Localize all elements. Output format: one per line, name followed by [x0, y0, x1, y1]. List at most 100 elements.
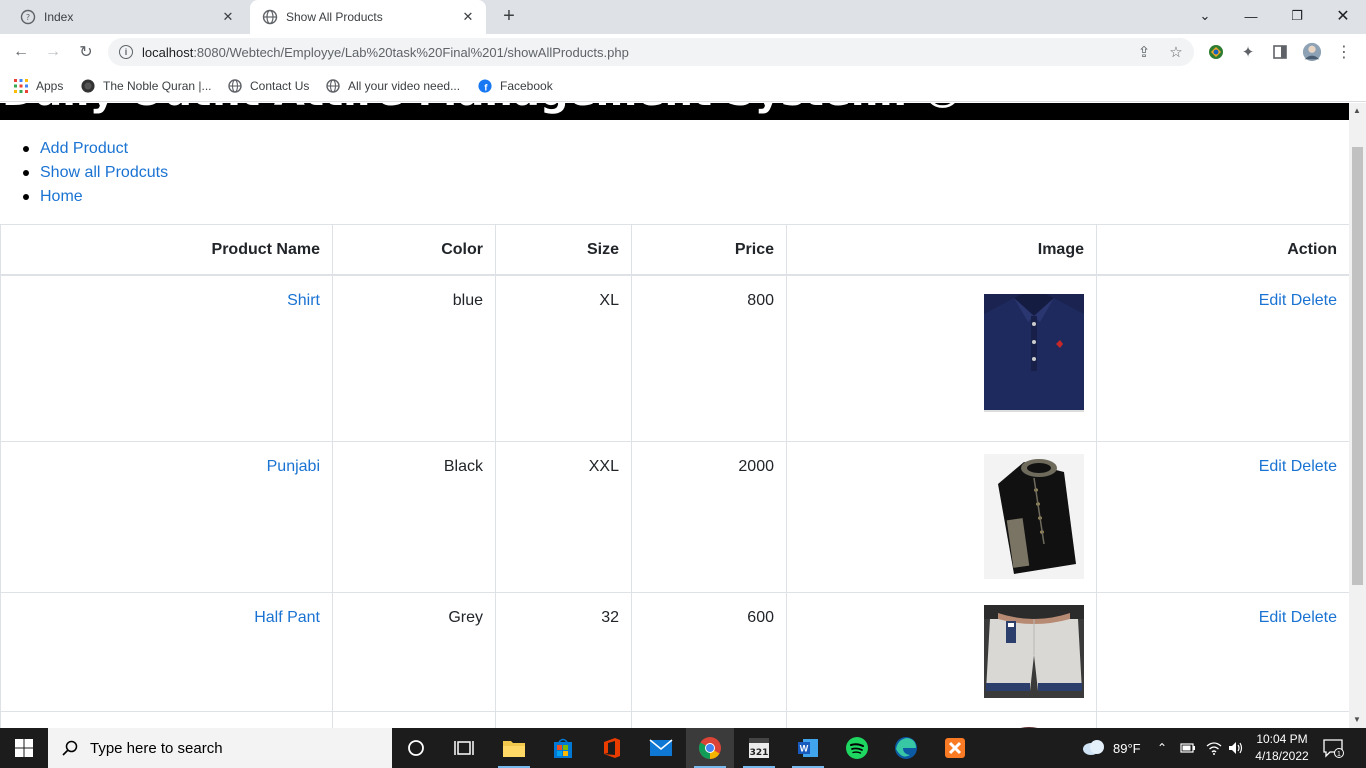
header-size: Size	[495, 224, 632, 276]
wifi-icon[interactable]	[1206, 728, 1222, 768]
restore-button[interactable]: ❐	[1282, 4, 1312, 28]
weather-widget[interactable]: 89°F	[1082, 728, 1141, 768]
profile-avatar[interactable]	[1302, 42, 1322, 62]
address-bar[interactable]: i localhost:8080/Webtech/Employye/Lab%20…	[108, 38, 1194, 66]
puzzle-icon[interactable]: ✦	[1238, 42, 1258, 62]
battery-icon[interactable]	[1180, 728, 1196, 768]
nav-link-home[interactable]: Home	[40, 188, 83, 206]
minimize-button[interactable]: —	[1236, 4, 1266, 28]
edit-link[interactable]: Edit	[1259, 609, 1287, 626]
scroll-down-icon[interactable]: ▼	[1353, 715, 1361, 724]
office-icon[interactable]	[588, 728, 636, 768]
tab-search-icon[interactable]: ⌄	[1190, 4, 1220, 28]
svg-text:321: 321	[750, 748, 769, 758]
browser-toolbar: ← → ↻ i localhost:8080/Webtech/Employye/…	[0, 34, 1366, 70]
delete-link[interactable]: Delete	[1291, 609, 1337, 626]
clock-date: 4/18/2022	[1255, 749, 1309, 763]
bookmark-contact-us[interactable]: Contact Us	[228, 76, 309, 96]
cell-product-name	[0, 711, 333, 728]
header-image: Image	[786, 224, 1097, 276]
volume-icon[interactable]	[1228, 728, 1244, 768]
cell-price: 2000	[631, 441, 787, 593]
extension-icon[interactable]	[1206, 42, 1226, 62]
cell-color: Grey	[332, 592, 496, 712]
cell-size: 32	[495, 592, 632, 712]
task-view-icon[interactable]	[440, 728, 488, 768]
cloud-icon	[1082, 739, 1106, 758]
bookmark-noble-quran[interactable]: The Noble Quran |...	[81, 76, 212, 96]
word-icon[interactable]: W	[784, 728, 832, 768]
tab-title: Show All Products	[286, 10, 383, 24]
new-tab-button[interactable]: +	[498, 6, 520, 27]
tab-title: Index	[44, 10, 74, 24]
cell-size	[495, 711, 632, 728]
header-color: Color	[332, 224, 496, 276]
svg-text:W: W	[800, 744, 809, 754]
bookmark-label: All your video need...	[348, 79, 461, 93]
product-link[interactable]: Half Pant	[254, 609, 320, 626]
cell-image	[786, 441, 1097, 593]
forward-icon[interactable]: →	[42, 41, 64, 63]
menu-kebab-icon[interactable]: ⋮	[1334, 42, 1354, 62]
table-header-row: Product Name Color Size Price Image Acti…	[0, 224, 1350, 276]
tab-strip: ? Index ✕ Show All Products ✕ + ⌄ — ❐ ✕	[0, 0, 1366, 34]
product-link[interactable]: Shirt	[287, 292, 320, 309]
scrollbar-thumb[interactable]	[1352, 147, 1363, 585]
taskbar-search[interactable]: Type here to search	[48, 728, 392, 768]
page-scrollbar[interactable]: ▲ ▼	[1349, 103, 1366, 728]
cell-color: blue	[332, 274, 496, 442]
mail-icon[interactable]	[637, 728, 685, 768]
bookmark-video[interactable]: All your video need...	[326, 76, 460, 96]
nav-link-add-product[interactable]: Add Product	[40, 140, 128, 158]
edit-link[interactable]: Edit	[1259, 292, 1287, 309]
close-icon[interactable]: ✕	[460, 9, 476, 25]
close-icon[interactable]: ✕	[220, 9, 236, 25]
bookmark-star-icon[interactable]: ☆	[1166, 42, 1186, 62]
header-action: Action	[1096, 224, 1350, 276]
scroll-up-icon[interactable]: ▲	[1353, 106, 1361, 115]
info-icon[interactable]: i	[119, 45, 133, 59]
tab-show-all-products[interactable]: Show All Products ✕	[250, 0, 486, 34]
show-hidden-icons[interactable]: ⌃	[1157, 728, 1167, 768]
microsoft-store-icon[interactable]	[539, 728, 587, 768]
cortana-icon[interactable]	[392, 728, 440, 768]
share-icon[interactable]: ⇪	[1134, 42, 1154, 62]
reload-icon[interactable]: ↻	[75, 41, 97, 63]
product-image-punjabi	[984, 454, 1084, 579]
cell-action	[1096, 711, 1350, 728]
products-table: Product Name Color Size Price Image Acti…	[0, 224, 1350, 728]
cell-price	[631, 711, 787, 728]
delete-link[interactable]: Delete	[1291, 458, 1337, 475]
xampp-icon[interactable]	[931, 728, 979, 768]
cell-image	[786, 711, 1097, 728]
taskbar-clock[interactable]: 10:04 PM 4/18/2022	[1250, 731, 1314, 765]
back-icon[interactable]: ←	[10, 41, 32, 63]
edit-link[interactable]: Edit	[1259, 458, 1287, 475]
quran-icon	[81, 79, 95, 93]
file-explorer-icon[interactable]	[490, 728, 538, 768]
bookmark-facebook[interactable]: f Facebook	[478, 76, 553, 96]
bookmark-apps[interactable]: Apps	[14, 76, 63, 96]
cell-product-name: Half Pant	[0, 592, 333, 712]
facebook-icon: f	[478, 79, 492, 93]
tab-index[interactable]: ? Index ✕	[8, 0, 246, 34]
close-window-button[interactable]: ✕	[1328, 4, 1358, 28]
delete-link[interactable]: Delete	[1291, 292, 1337, 309]
product-image-shirt	[984, 293, 1084, 412]
notifications-icon[interactable]: 1	[1322, 728, 1344, 768]
chrome-icon[interactable]	[686, 728, 734, 768]
url-text[interactable]: localhost:8080/Webtech/Employye/Lab%20ta…	[142, 45, 629, 60]
search-placeholder: Type here to search	[90, 739, 223, 757]
globe-icon: ?	[20, 9, 36, 25]
nav-link-show-all-products[interactable]: Show all Prodcuts	[40, 164, 168, 182]
spotify-icon[interactable]	[833, 728, 881, 768]
edge-icon[interactable]	[882, 728, 930, 768]
side-panel-icon[interactable]	[1270, 42, 1290, 62]
header-price: Price	[631, 224, 787, 276]
site-nav: Add Product Show all Prodcuts Home	[20, 137, 168, 209]
cell-action: Edit Delete	[1096, 441, 1350, 593]
product-link[interactable]: Punjabi	[267, 458, 320, 475]
windows-start-icon[interactable]	[0, 728, 48, 768]
bookmark-label: Contact Us	[250, 79, 310, 93]
video-editor-icon[interactable]: 321	[735, 728, 783, 768]
